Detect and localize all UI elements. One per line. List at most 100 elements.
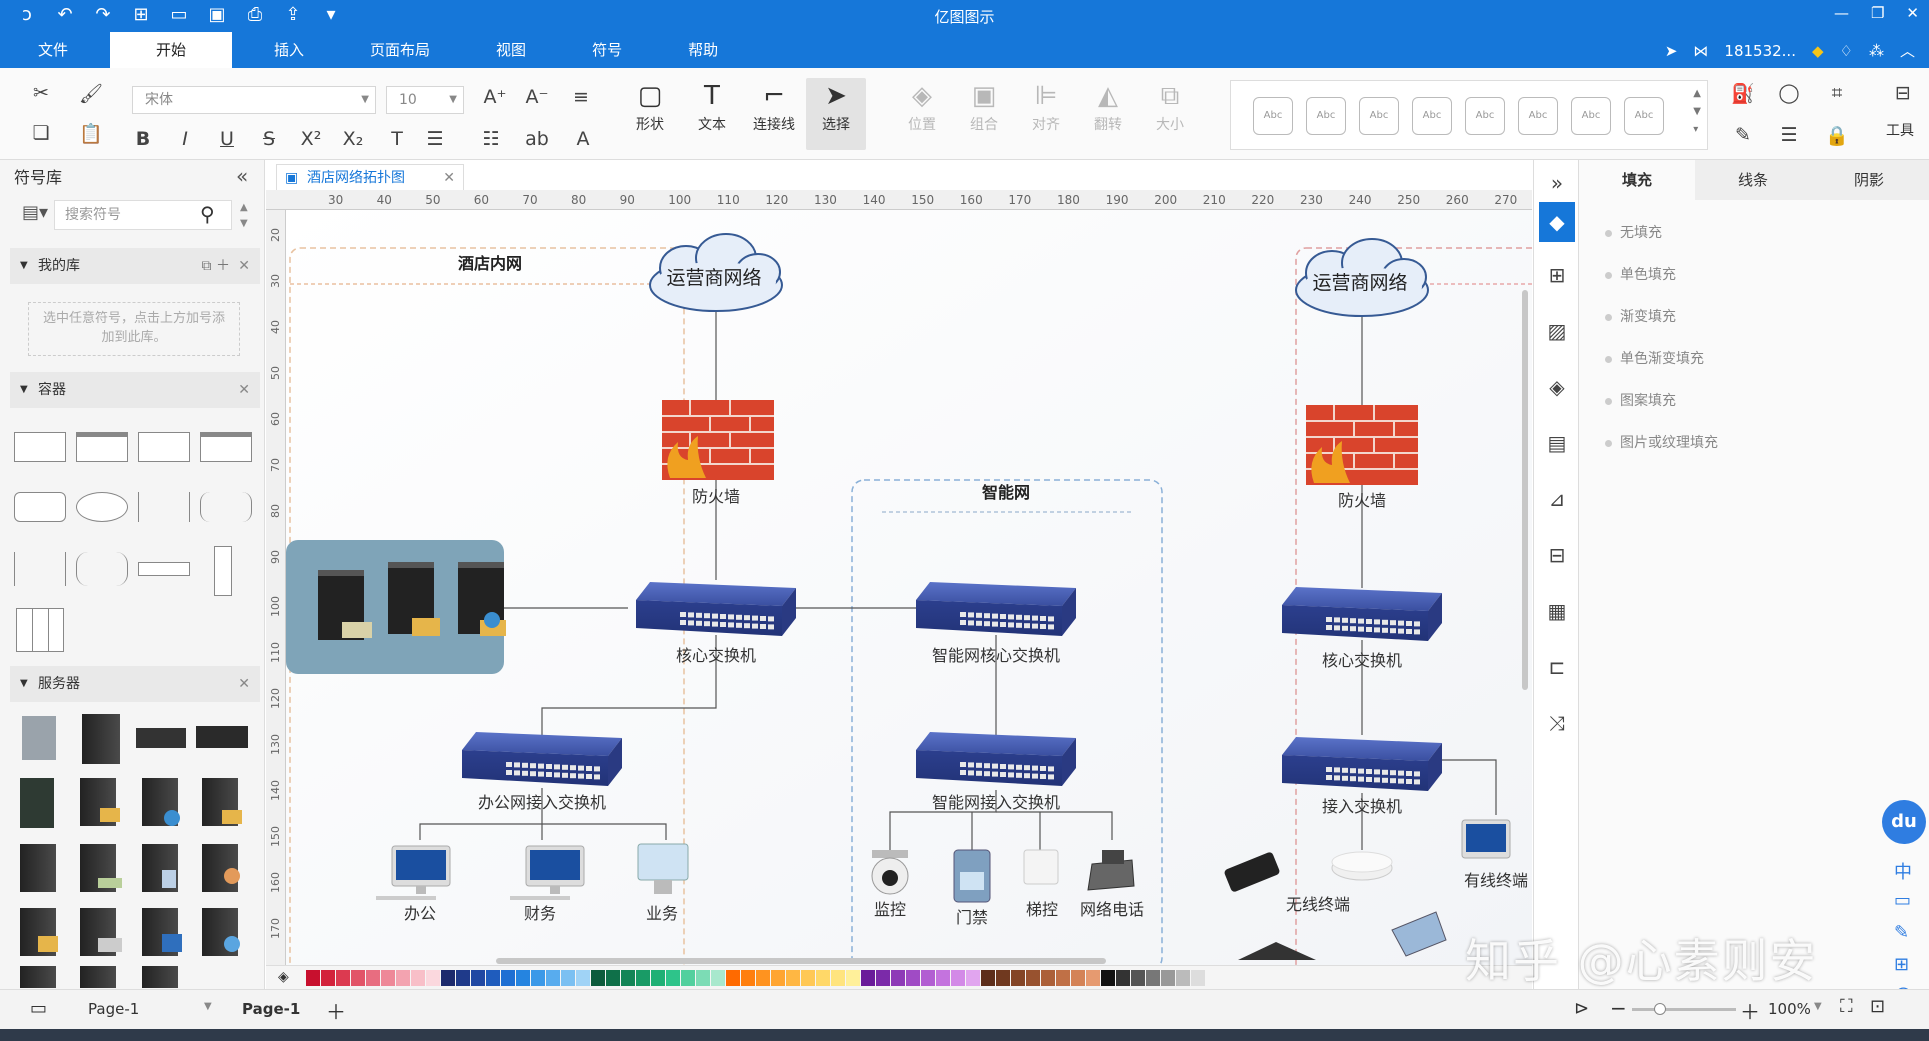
lock-icon[interactable]: 🔒 (1822, 124, 1852, 147)
palette-swatch[interactable] (351, 970, 365, 986)
container-shape[interactable] (200, 432, 252, 462)
access-switch-right[interactable] (1282, 737, 1442, 791)
fill-option-gradient[interactable]: 渐变填充 (1605, 306, 1676, 326)
palette-swatch[interactable] (921, 970, 935, 986)
palette-swatch[interactable] (891, 970, 905, 986)
server-symbol[interactable] (202, 844, 240, 892)
crop-icon[interactable]: ⌗ (1822, 82, 1852, 104)
copy-icon[interactable]: ❏ (26, 122, 56, 144)
font-color-icon[interactable]: A (568, 128, 598, 150)
palette-swatch[interactable] (1071, 970, 1085, 986)
container-shape[interactable] (14, 492, 66, 522)
restore-icon[interactable]: ❐ (1871, 4, 1884, 22)
server-symbol[interactable] (80, 908, 122, 956)
flip-button[interactable]: ◭ 翻转 (1078, 78, 1138, 134)
tab-home[interactable]: 开始 (110, 32, 233, 68)
text-style-icon[interactable]: T (382, 128, 412, 150)
line-weight-icon[interactable]: ☰ (1774, 124, 1804, 146)
font-size-select[interactable]: 10 ▼ (386, 86, 464, 114)
skin-icon[interactable]: ♢ (1840, 42, 1853, 60)
close-icon[interactable]: ✕ (238, 248, 250, 284)
page-view-icon[interactable]: ▭ (30, 998, 47, 1019)
palette-swatch[interactable] (1011, 970, 1025, 986)
server-symbol[interactable] (142, 908, 182, 956)
line-spacing-icon[interactable]: ☰ (420, 128, 450, 150)
server-symbol[interactable] (142, 778, 180, 826)
layers-icon[interactable]: ◈ (1542, 372, 1572, 402)
core-switch-right[interactable] (1282, 587, 1442, 641)
palette-swatch[interactable] (561, 970, 575, 986)
style-swatch[interactable]: Abc (1465, 97, 1505, 135)
server-symbol[interactable] (202, 778, 242, 826)
font-family-select[interactable]: 宋体 ▼ (132, 86, 376, 114)
style-swatch[interactable]: Abc (1412, 97, 1452, 135)
palette-swatch[interactable] (306, 970, 320, 986)
page-selector[interactable]: Page-1 (88, 1000, 139, 1018)
access-card-reader-icon[interactable] (953, 849, 991, 903)
vip-diamond-icon[interactable]: ◆ (1812, 42, 1824, 60)
servers-section[interactable]: ▼ 服务器 ✕ (10, 666, 260, 702)
palette-swatch[interactable] (711, 970, 725, 986)
shape-button[interactable]: ▢ 形状 (620, 78, 680, 134)
tab-help[interactable]: 帮助 (664, 32, 742, 68)
palette-swatch[interactable] (471, 970, 485, 986)
palette-swatch[interactable] (771, 970, 785, 986)
server-symbol[interactable] (20, 844, 56, 892)
data-icon[interactable]: ▦ (1542, 596, 1572, 626)
font-grow-icon[interactable]: A⁺ (480, 86, 510, 108)
close-icon[interactable]: ✕ (1906, 4, 1919, 22)
tools-icon[interactable]: ⊟ (1888, 82, 1918, 104)
minimize-icon[interactable]: — (1834, 4, 1849, 22)
chart-icon[interactable]: ⊿ (1542, 484, 1572, 514)
close-icon[interactable]: ✕ (238, 372, 250, 408)
palette-swatch[interactable] (501, 970, 515, 986)
palette-swatch[interactable] (576, 970, 590, 986)
save-icon[interactable]: ▣ (204, 4, 230, 25)
firewall-right[interactable] (1306, 405, 1418, 485)
smart-core-switch[interactable] (916, 582, 1076, 636)
my-library-section[interactable]: ▼ 我的库 ⧉ ＋ ✕ (10, 248, 260, 284)
add-page-icon[interactable]: ＋ (326, 996, 346, 1025)
drawing-canvas[interactable]: 酒店内网 外网 智能网 (266, 160, 1532, 965)
container-shape[interactable] (14, 432, 66, 462)
palette-swatch[interactable] (591, 970, 605, 986)
containers-section[interactable]: ▼ 容器 ✕ (10, 372, 260, 408)
subscript-icon[interactable]: X₂ (338, 128, 368, 150)
fill-bucket-icon[interactable]: ◈ (278, 969, 289, 985)
palette-swatch[interactable] (861, 970, 875, 986)
palette-swatch[interactable] (426, 970, 440, 986)
fill-bucket-icon[interactable]: ⛽ (1728, 82, 1758, 105)
scroll-arrows-icon[interactable]: ▲ ▼ (240, 200, 248, 232)
open-folder-icon[interactable]: ▭ (166, 4, 192, 25)
zoom-slider[interactable] (1632, 1003, 1736, 1015)
underline-icon[interactable]: U (212, 128, 242, 150)
palette-swatch[interactable] (1146, 970, 1160, 986)
page-selector-dropdown-icon[interactable]: ▼ (204, 1001, 212, 1012)
palette-swatch[interactable] (606, 970, 620, 986)
core-switch-left[interactable] (636, 582, 796, 636)
ime-tool-icon[interactable]: ▭ (1894, 890, 1911, 911)
fill-option-single-gradient[interactable]: 单色渐变填充 (1605, 348, 1704, 368)
send-icon[interactable]: ➤ (1665, 42, 1678, 60)
bracket-shape[interactable] (138, 492, 190, 522)
palette-swatch[interactable] (531, 970, 545, 986)
expand-panel-icon[interactable]: » (1542, 168, 1572, 198)
style-swatch[interactable]: Abc (1624, 97, 1664, 135)
tab-line[interactable]: 线条 (1695, 160, 1811, 200)
server-symbol[interactable] (22, 716, 56, 760)
play-icon[interactable]: ⊳ (1574, 998, 1589, 1019)
collapse-panel-icon[interactable]: « (236, 164, 248, 188)
palette-swatch[interactable] (876, 970, 890, 986)
text-case-icon[interactable]: ab (522, 128, 552, 150)
palette-swatch[interactable] (1041, 970, 1055, 986)
office-access-switch[interactable] (462, 732, 622, 786)
server-symbol[interactable] (202, 908, 240, 956)
superscript-icon[interactable]: X² (296, 128, 326, 150)
align-icon[interactable]: ≡ (566, 86, 596, 108)
tools-label[interactable]: 工具 (1886, 120, 1914, 140)
container-shape[interactable] (138, 562, 190, 576)
smart-access-switch[interactable] (916, 732, 1076, 786)
tab-insert[interactable]: 插入 (250, 32, 328, 68)
tab-view[interactable]: 视图 (472, 32, 550, 68)
palette-swatch[interactable] (1101, 970, 1115, 986)
